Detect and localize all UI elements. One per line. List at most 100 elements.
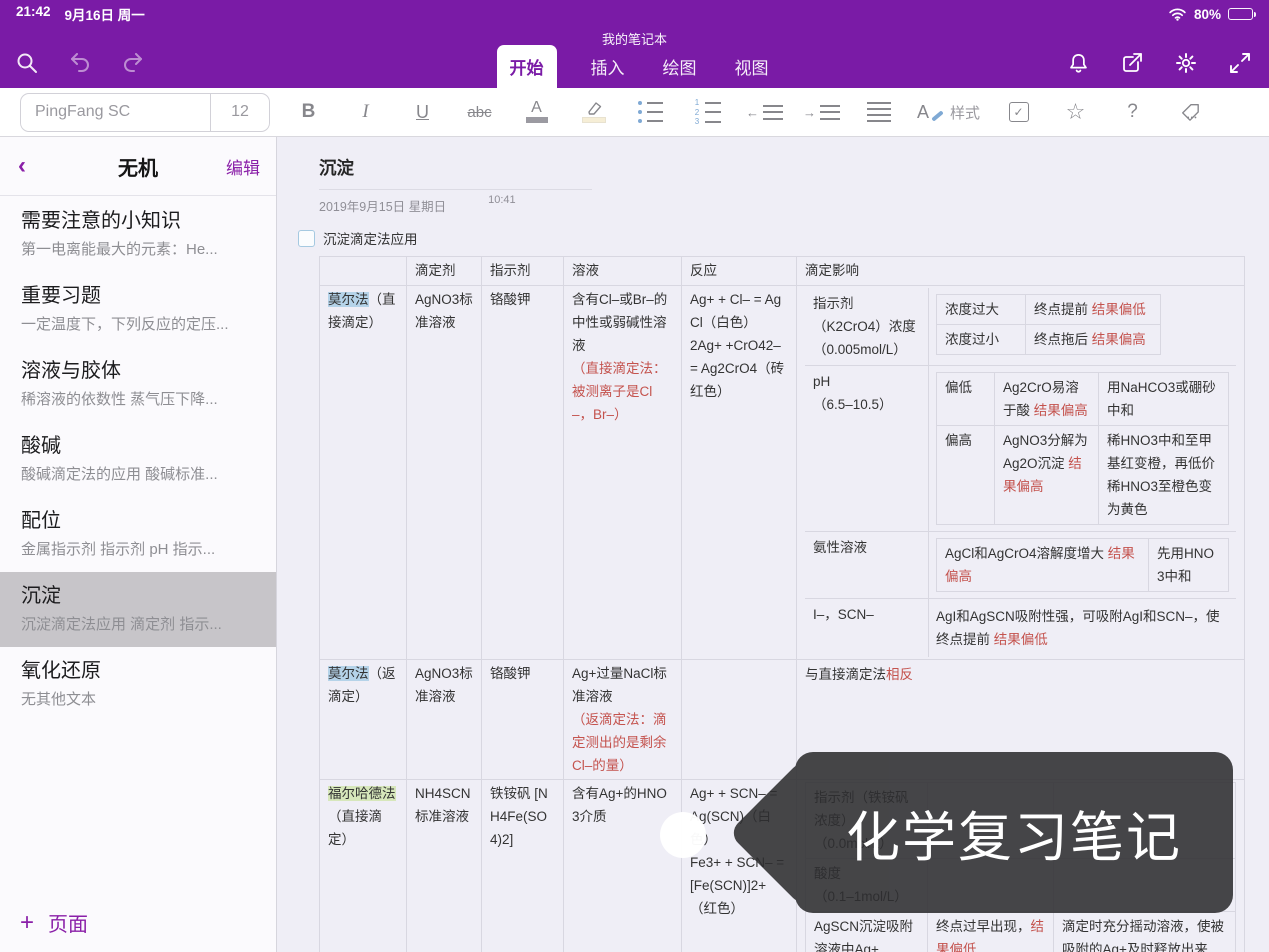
status-time: 21:42 — [16, 4, 51, 24]
tab-insert[interactable]: 插入 — [587, 45, 629, 88]
method-name-highlight: 莫尔法 — [328, 292, 369, 307]
add-page-button[interactable]: + 页面 — [20, 908, 88, 937]
font-name[interactable]: PingFang SC — [21, 103, 210, 121]
fx-case: AgSCN沉淀吸附溶液中Ag+ — [806, 912, 928, 952]
fx-case: 偏低 — [937, 373, 995, 426]
font-picker[interactable]: PingFang SC 12 — [20, 93, 270, 132]
redo-icon[interactable] — [120, 50, 146, 76]
highlighter-button[interactable] — [575, 92, 612, 132]
underline-button[interactable]: U — [404, 92, 441, 132]
back-chevron-icon[interactable]: ‹ — [18, 156, 26, 176]
strikethrough-button[interactable]: abc — [461, 92, 498, 132]
page-item[interactable]: 酸碱 酸碱滴定法的应用 酸碱标准... — [0, 422, 276, 497]
indicator-cell: 铬酸钾 — [482, 286, 564, 660]
reaction-line: Ag+ + Cl– = AgCl（白色） — [690, 288, 788, 334]
table-header-row: 滴定剂 指示剂 溶液 反应 滴定影响 — [320, 257, 1245, 286]
header-titrant: 滴定剂 — [407, 257, 482, 286]
star-tag-button[interactable]: ☆ — [1057, 92, 1094, 132]
titrant-cell: AgNO3标准溶液 — [407, 286, 482, 660]
add-page-label: 页面 — [48, 908, 88, 937]
page-item-preview: 稀溶液的依数性 蒸气压下降... — [21, 390, 256, 409]
question-tag-button[interactable]: ? — [1114, 92, 1151, 132]
solution-text: 含有Cl–或Br–的中性或弱碱性溶液 — [572, 288, 673, 357]
plus-icon: + — [20, 909, 34, 937]
fx-case: 偏高 — [937, 426, 995, 525]
font-color-bar — [526, 117, 548, 123]
font-size[interactable]: 12 — [210, 94, 269, 131]
align-button[interactable] — [860, 92, 897, 132]
fx-label-line: （K2CrO4）浓度 — [813, 315, 920, 338]
fx-fix: 用NaHCO3或硼砂中和 — [1099, 373, 1229, 426]
fx-effect: 与直接滴定法 — [805, 667, 886, 682]
numbered-list-button[interactable]: 123 — [689, 92, 726, 132]
page-item-selected[interactable]: 沉淀 沉淀滴定法应用 滴定剂 指示... — [0, 572, 276, 647]
touch-indicator — [660, 812, 706, 858]
page-item-title: 溶液与胶体 — [21, 359, 256, 383]
reaction-line: 2Ag+ +CrO42– = Ag2CrO4（砖红色） — [690, 334, 788, 403]
table-row-mohr-direct: 莫尔法（直接滴定） AgNO3标准溶液 铬酸钾 含有Cl–或Br–的中性或弱碱性… — [320, 286, 1245, 660]
fx-result-red: 结果偏低 — [1092, 302, 1146, 317]
fx-effect: AgI和AgSCN吸附性强，可吸附AgI和SCN–，使终点提前 — [936, 609, 1220, 647]
method-name-highlight: 莫尔法 — [328, 666, 369, 681]
indent-button[interactable]: → — [803, 92, 840, 132]
titrant-cell: AgNO3标准溶液 — [407, 660, 482, 780]
fx-label-line: （0.005mol/L） — [813, 338, 920, 361]
font-color-button[interactable]: A — [518, 92, 555, 132]
search-icon[interactable] — [14, 50, 40, 76]
onenote-app: 21:42 9月16日 周一 80% 我的笔记本 — [0, 0, 1269, 952]
fx-result-red: 结果偏高 — [1092, 332, 1146, 347]
page-item-title: 需要注意的小知识 — [21, 209, 256, 233]
page-item[interactable]: 重要习题 一定温度下，下列反应的定压... — [0, 272, 276, 347]
todo-checkbox[interactable] — [298, 230, 315, 247]
bell-icon[interactable] — [1065, 50, 1091, 76]
outdent-button[interactable]: ← — [746, 92, 783, 132]
page-title: 沉淀 — [319, 155, 1269, 180]
styles-button[interactable]: A样式 — [917, 92, 980, 132]
method-name-highlight: 福尔哈德法 — [328, 786, 396, 801]
gear-icon[interactable] — [1173, 50, 1199, 76]
share-icon[interactable] — [1119, 50, 1145, 76]
tag-button[interactable] — [1171, 92, 1208, 132]
page-item-preview: 无其他文本 — [21, 690, 256, 709]
edit-button[interactable]: 编辑 — [226, 154, 260, 179]
page-item-title: 配位 — [21, 509, 256, 533]
page-item[interactable]: 需要注意的小知识 第一电离能最大的元素：He... — [0, 197, 276, 272]
fullscreen-icon[interactable] — [1227, 50, 1253, 76]
brush-icon — [931, 110, 944, 121]
fx-label-line: 指示剂 — [813, 292, 920, 315]
page-item-title: 氧化还原 — [21, 659, 256, 683]
page-list: 需要注意的小知识 第一电离能最大的元素：He... 重要习题 一定温度下，下列反… — [0, 197, 276, 722]
fx-case: 浓度过大 — [937, 295, 1026, 325]
italic-button[interactable]: I — [347, 92, 384, 132]
bullet-list-button[interactable] — [632, 92, 669, 132]
method-note: （直接滴定） — [328, 809, 382, 847]
page-item[interactable]: 配位 金属指示剂 指示剂 pH 指示... — [0, 497, 276, 572]
styles-a: A — [917, 102, 929, 123]
page-item-preview: 酸碱滴定法的应用 酸碱标准... — [21, 465, 256, 484]
header-empty — [320, 257, 407, 286]
watermark-text: 化学复习笔记 — [795, 752, 1233, 913]
page-item[interactable]: 溶液与胶体 稀溶液的依数性 蒸气压下降... — [0, 347, 276, 422]
tab-home[interactable]: 开始 — [497, 45, 557, 88]
tab-draw[interactable]: 绘图 — [659, 45, 701, 88]
header-effects: 滴定影响 — [797, 257, 1245, 286]
fx-effect: 终点过早出现， — [936, 919, 1031, 934]
battery-icon — [1228, 8, 1253, 20]
fx-result-red: 结果偏高 — [1034, 403, 1088, 418]
solution-text: Ag+过量NaCl标准溶液 — [572, 662, 673, 708]
tab-view[interactable]: 视图 — [731, 45, 773, 88]
todo-tag-button[interactable]: ✓ — [1000, 92, 1037, 132]
page-item[interactable]: 氧化还原 无其他文本 — [0, 647, 276, 722]
page-item-preview: 一定温度下，下列反应的定压... — [21, 315, 256, 334]
solution-text: 含有Ag+的HNO3介质 — [564, 780, 682, 952]
page-item-title: 酸碱 — [21, 434, 256, 458]
fx-result: 终点提前 — [1034, 302, 1092, 317]
format-toolbar: PingFang SC 12 B I U abc A 123 ← → — [0, 88, 1269, 137]
fx-effect: AgCl和AgCrO4溶解度增大 — [945, 546, 1108, 561]
undo-icon[interactable] — [67, 50, 93, 76]
effect-ammonia: 氨性溶液 AgCl和AgCrO4溶解度增大 结果偏高 先用HNO3中和 — [805, 532, 1236, 599]
fx-fix: 稀HNO3中和至甲基红变橙，再低价稀HNO3至橙色变为黄色 — [1099, 426, 1229, 525]
font-color-a: A — [531, 101, 542, 115]
status-bar: 21:42 9月16日 周一 80% — [0, 0, 1269, 28]
bold-button[interactable]: B — [290, 92, 327, 132]
